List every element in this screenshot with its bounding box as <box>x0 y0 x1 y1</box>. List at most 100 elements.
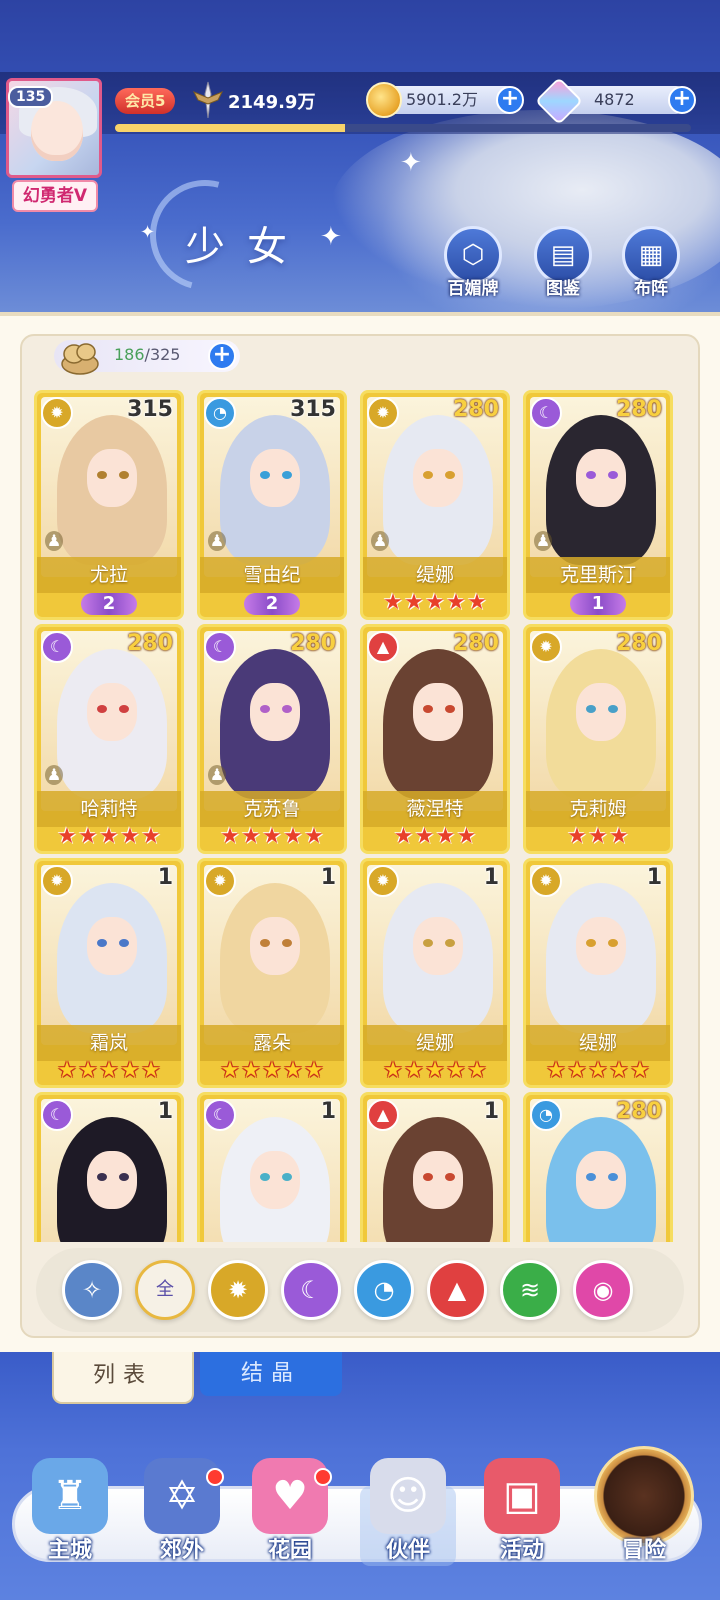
filter-special-button[interactable]: ✧ <box>62 1260 122 1320</box>
star-icon: ★ <box>393 824 414 849</box>
orb-icon: ◉ <box>592 1276 614 1304</box>
companion-card[interactable]: ☾ 280 ♟ 克苏鲁 ★★★★★ <box>197 624 347 854</box>
portrait-face <box>576 917 626 975</box>
vip-badge[interactable]: 会员5 <box>115 88 176 114</box>
formation-button[interactable]: ▦ 布阵 <box>618 226 684 304</box>
portrait-eye <box>608 939 618 947</box>
dark-element-icon: ☾ <box>41 1099 73 1131</box>
light-element-icon: ✹ <box>530 865 562 897</box>
star-icon: ★ <box>546 1058 566 1083</box>
light-element-icon: ✹ <box>204 865 236 897</box>
portrait-eye <box>260 705 270 713</box>
star-icon: ★ <box>567 1058 587 1083</box>
nav-outskirts[interactable]: ✡ 郊外 <box>132 1458 232 1578</box>
nav-home[interactable]: ♜ 主城 <box>20 1458 120 1578</box>
companion-card[interactable]: ✹ 1 霜岚 ★★★★★ <box>34 858 184 1088</box>
add-diamond-button[interactable]: + <box>668 86 696 114</box>
portrait-eye <box>97 471 107 479</box>
player-title-badge[interactable]: 幻勇者V <box>12 180 98 212</box>
star-icon: ★ <box>120 824 140 849</box>
companion-rank: 2 <box>37 593 181 617</box>
inventory-capacity: /325 <box>144 345 181 364</box>
companion-card[interactable]: ✹ 1 缇娜 ★★★★★ <box>523 858 673 1088</box>
companion-card[interactable]: ☾ 280 ♟ 哈莉特 ★★★★★ <box>34 624 184 854</box>
star-icon: ★ <box>630 1058 650 1083</box>
filter-dark-button[interactable]: ☾ <box>281 1260 341 1320</box>
portrait-face <box>413 1151 463 1209</box>
companion-card[interactable]: ✹ 280 克莉姆 ★★★ <box>523 624 673 854</box>
nav-companions[interactable]: ☺ 伙伴 <box>358 1458 458 1578</box>
tab-list[interactable]: 列表 <box>52 1352 194 1404</box>
companion-card[interactable]: ☾ 1 <box>34 1092 184 1242</box>
companion-level: 1 <box>483 1099 499 1124</box>
companion-rank: ★★★★★ <box>37 824 181 851</box>
gallery-button[interactable]: ▤ 图鉴 <box>530 226 596 304</box>
companion-card[interactable]: ✹ 1 露朵 ★★★★★ <box>197 858 347 1088</box>
portrait-eye <box>119 471 129 479</box>
portrait-eye <box>282 471 292 479</box>
portrait-eye <box>282 1173 292 1181</box>
portrait-eye <box>97 1173 107 1181</box>
companion-level: 1 <box>157 1099 173 1124</box>
companion-card[interactable]: ☾ 280 ♟ 克里斯汀 1 <box>523 390 673 620</box>
companion-card[interactable]: ☾ 1 <box>197 1092 347 1242</box>
star-icon: ★ <box>304 824 324 849</box>
portrait-eye <box>97 939 107 947</box>
star-icon: ★ <box>262 824 282 849</box>
filter-all-button[interactable]: 全 <box>135 1260 195 1320</box>
filter-water-button[interactable]: ◔ <box>354 1260 414 1320</box>
fire-element-icon: ▲ <box>367 1099 399 1131</box>
companion-card[interactable]: ◔ 280 <box>523 1092 673 1242</box>
header-banner: ✦ ✦ ✦ <box>0 0 720 318</box>
expand-inventory-button[interactable]: + <box>208 342 236 370</box>
tab-crystal[interactable]: 结晶 <box>200 1352 342 1396</box>
adventure-label[interactable]: 冒险 <box>594 1532 694 1564</box>
water-element-icon: ◔ <box>530 1099 562 1131</box>
filter-spirit-button[interactable]: ◉ <box>573 1260 633 1320</box>
chess-pawn-icon: ♟ <box>371 531 389 551</box>
combat-power-value: 2149.9万 <box>228 92 316 113</box>
filter-fire-button[interactable]: ▲ <box>427 1260 487 1320</box>
star-icon: ★ <box>467 1058 487 1083</box>
page-title: 少女 <box>185 224 309 270</box>
sparkle-icon: ✦ <box>400 148 422 178</box>
light-element-icon: ✹ <box>367 865 399 897</box>
star-icon: ★ <box>446 590 466 615</box>
star-icon: ★ <box>283 824 303 849</box>
nav-events[interactable]: ▣ 活动 <box>472 1458 572 1578</box>
chess-pawn-icon: ♟ <box>534 531 552 551</box>
card-deck-button[interactable]: ⬡ 百媚牌 <box>440 226 506 304</box>
experience-bar-fill <box>115 124 346 132</box>
companion-card[interactable]: ✹ 315 ♟ 尤拉 2 <box>34 390 184 620</box>
filter-wind-button[interactable]: ≋ <box>500 1260 560 1320</box>
portrait-eye <box>282 705 292 713</box>
star-icon: ★ <box>241 824 261 849</box>
companion-level: 1 <box>646 865 662 890</box>
portrait-eye <box>608 705 618 713</box>
adventure-compass-icon[interactable] <box>594 1446 694 1546</box>
companion-level: 280 <box>616 397 662 422</box>
star-icon: ★ <box>588 824 608 849</box>
companion-card[interactable]: ◔ 315 ♟ 雪由纪 2 <box>197 390 347 620</box>
experience-bar <box>115 124 691 132</box>
add-gold-button[interactable]: + <box>496 86 524 114</box>
companion-card[interactable]: ▲ 1 <box>360 1092 510 1242</box>
star-icon: ★ <box>414 824 435 849</box>
chess-pawn-icon: ♟ <box>45 531 63 551</box>
star-icon: ★ <box>588 1058 608 1083</box>
filter-light-button[interactable]: ✹ <box>208 1260 268 1320</box>
portrait-eye <box>282 939 292 947</box>
companion-level: 280 <box>290 631 336 656</box>
portrait-eye <box>260 471 270 479</box>
companion-card[interactable]: ▲ 280 薇涅特 ★★★★ <box>360 624 510 854</box>
companion-card[interactable]: ✹ 280 ♟ 缇娜 ★★★★★ <box>360 390 510 620</box>
portrait-eye <box>119 939 129 947</box>
chess-pawn-icon: ♟ <box>208 765 226 785</box>
companion-card[interactable]: ✹ 1 缇娜 ★★★★★ <box>360 858 510 1088</box>
star-icon: ★ <box>609 824 629 849</box>
companion-rank: ★★★★★ <box>200 1060 344 1085</box>
formation-label: 布阵 <box>634 279 668 299</box>
companion-rank: ★★★★★ <box>37 1060 181 1085</box>
nav-garden[interactable]: ♥ 花园 <box>240 1458 340 1578</box>
star-icon: ★ <box>404 590 424 615</box>
